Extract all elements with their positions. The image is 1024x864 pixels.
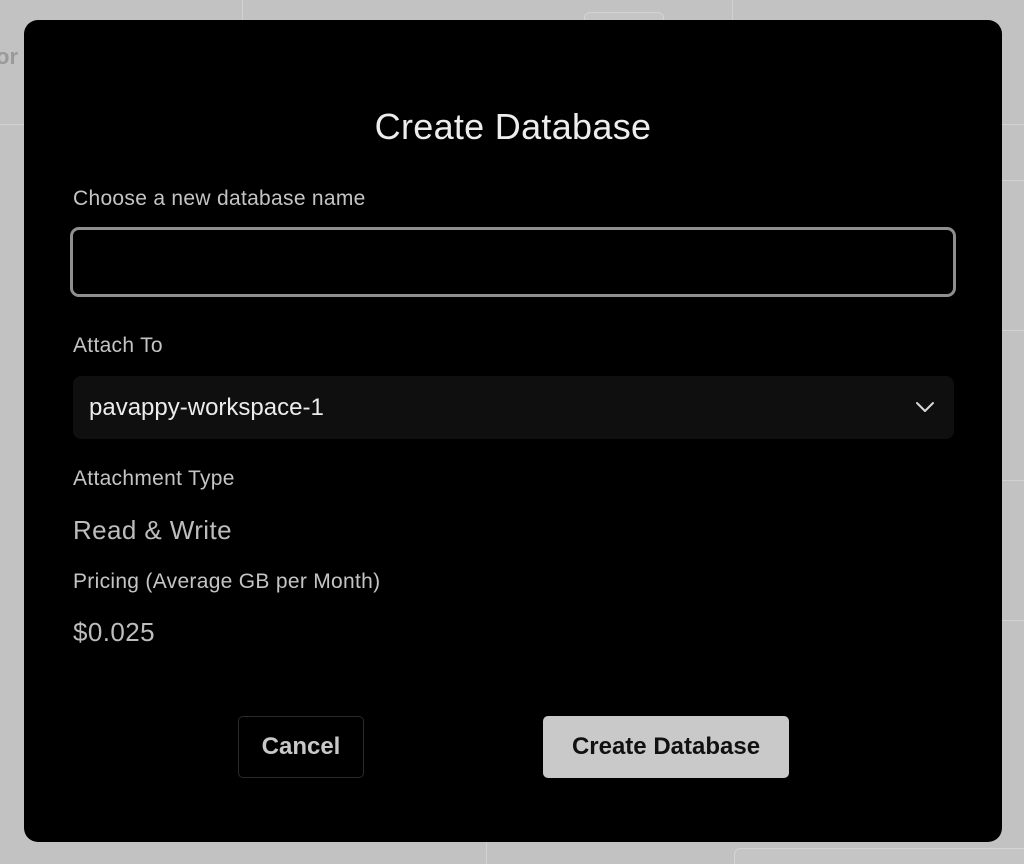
background-divider [1002, 620, 1024, 621]
attach-to-select[interactable]: pavappy-workspace-1 [73, 376, 954, 439]
attachment-type-label: Attachment Type [73, 467, 235, 490]
background-divider [1002, 180, 1024, 181]
background-divider [732, 0, 733, 20]
background-divider [486, 842, 487, 864]
pricing-value: $0.025 [73, 617, 155, 647]
modal-title: Create Database [374, 106, 652, 147]
background-heading: or [0, 44, 18, 69]
cancel-button[interactable]: Cancel [238, 716, 364, 778]
attach-to-label: Attach To [73, 334, 163, 357]
background-divider [242, 0, 243, 20]
create-database-modal: Create Database Choose a new database na… [24, 20, 1002, 842]
database-name-input[interactable] [70, 227, 956, 297]
pricing-label: Pricing (Average GB per Month) [73, 570, 381, 593]
attachment-type-value: Read & Write [73, 515, 232, 545]
background-divider [1002, 480, 1024, 481]
create-database-button[interactable]: Create Database [543, 716, 789, 778]
background-panel [734, 848, 1024, 864]
attach-to-selected-value: pavappy-workspace-1 [89, 394, 324, 421]
chevron-down-icon [916, 402, 934, 412]
background-divider [1002, 330, 1024, 331]
database-name-label: Choose a new database name [73, 187, 366, 210]
